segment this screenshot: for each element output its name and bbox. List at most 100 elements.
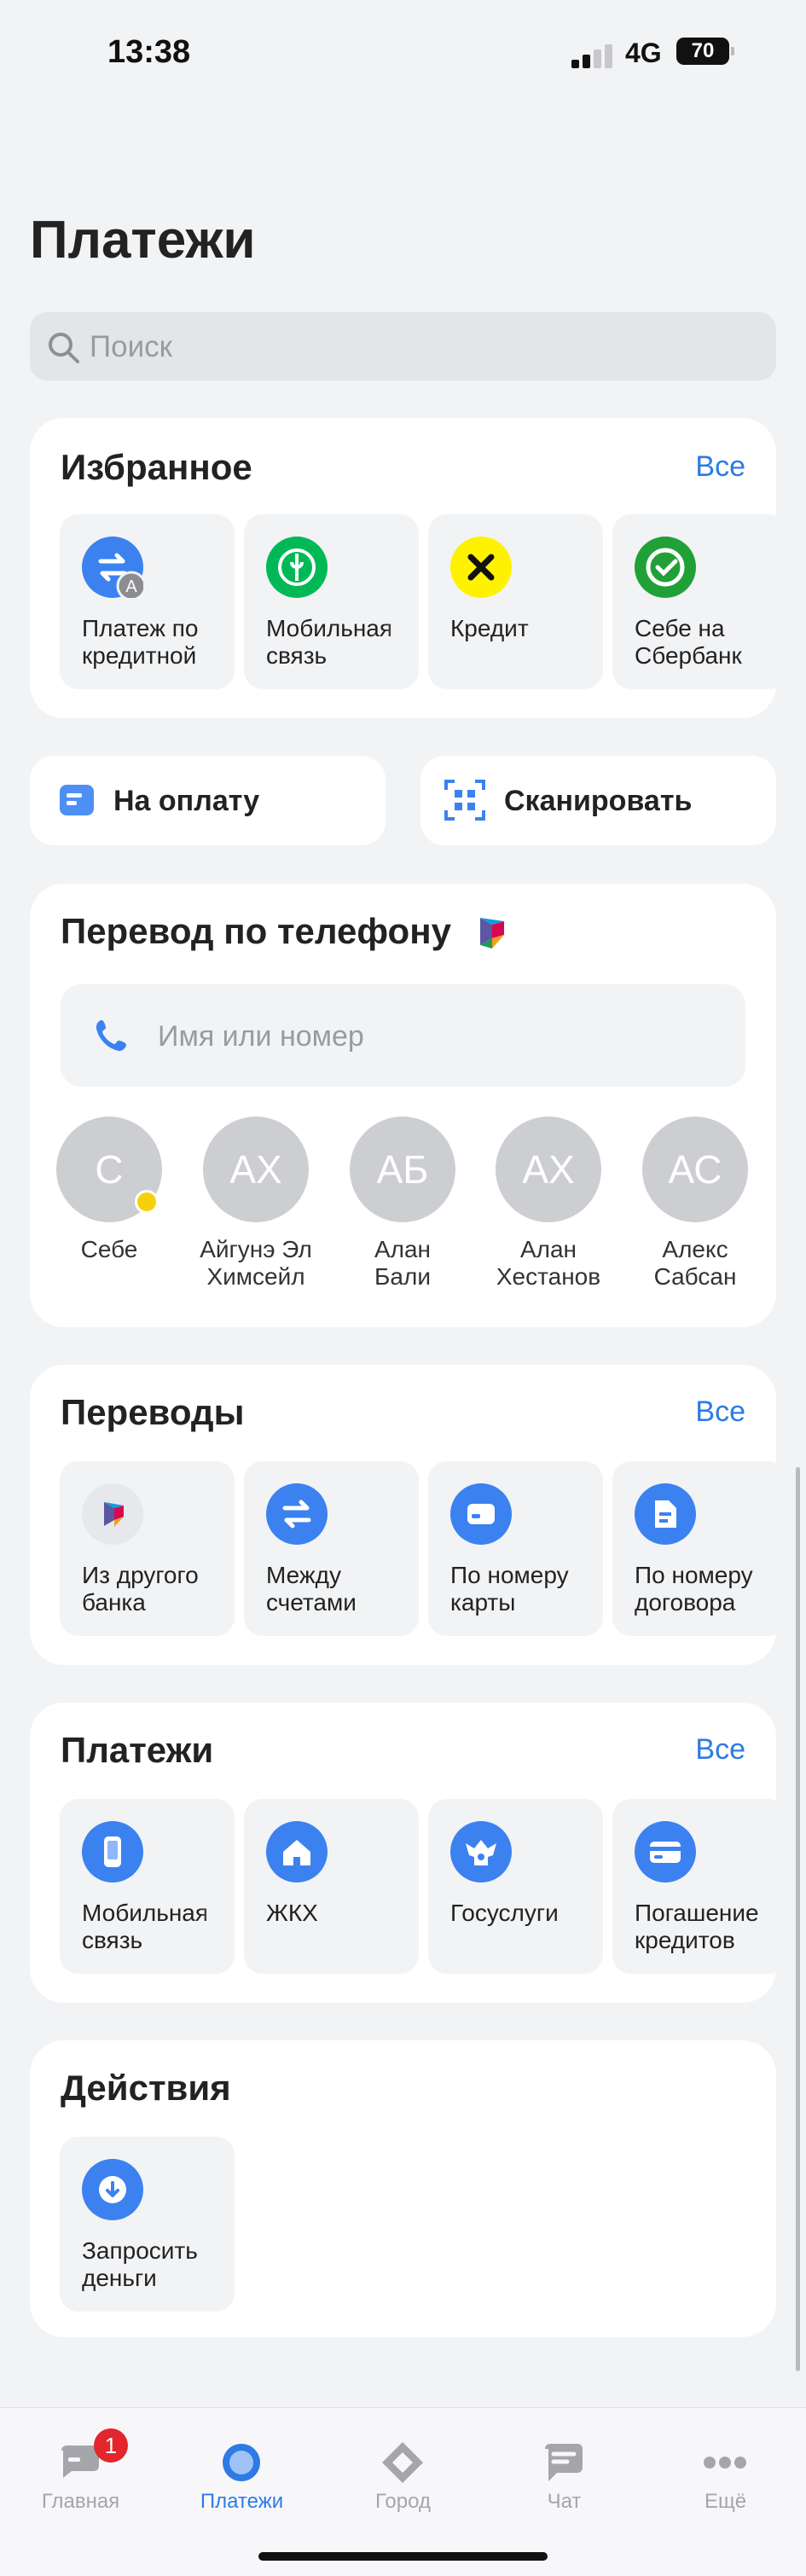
- favorite-tile-card-payment[interactable]: A Платеж по кредитной: [60, 514, 235, 689]
- avatar: С: [56, 1117, 162, 1222]
- phone-icon: [96, 1020, 126, 1052]
- tab-payments[interactable]: Платежи: [161, 2425, 322, 2519]
- qr-scan-icon: [444, 780, 485, 821]
- credit-card-icon: [635, 1821, 696, 1883]
- action-label: Запросить деньги: [82, 2237, 198, 2291]
- payments-title: Платежи: [61, 1730, 214, 1770]
- transfers-row: Из другого банка Между счетами По номеру…: [60, 1461, 776, 1636]
- payment-label: ЖКХ: [266, 1900, 318, 1926]
- signal-icon: [571, 44, 614, 68]
- document-icon: [635, 1483, 696, 1545]
- arrow-down-circle-icon: [82, 2159, 143, 2220]
- transfer-label: Из другого банка: [82, 1562, 199, 1616]
- phone-transfer-title: Перевод по телефону: [61, 911, 451, 951]
- contact-item[interactable]: АС Алекс Сабсан: [627, 1117, 763, 1296]
- contact-name: Алекс Сабсан: [653, 1236, 737, 1290]
- transfer-label: По номеру договора: [635, 1562, 753, 1616]
- contact-item[interactable]: АХ Айгунэ Эл Химсейл: [188, 1117, 324, 1296]
- exchange-icon: [266, 1483, 328, 1545]
- tab-label: Платежи: [200, 2490, 284, 2513]
- favorite-label: Кредит: [450, 615, 529, 641]
- status-bar: 13:38 4G 70: [0, 0, 806, 94]
- megafon-logo-icon: [266, 537, 328, 598]
- raiffeisen-logo-icon: [450, 537, 512, 598]
- avatar-initials: С: [95, 1147, 124, 1192]
- tab-more[interactable]: Ещё: [645, 2425, 806, 2519]
- pay-invoices-button[interactable]: На оплату: [30, 756, 386, 845]
- payment-tile-gosuslugi[interactable]: Госуслуги: [428, 1799, 603, 1974]
- transfers-title: Переводы: [61, 1392, 245, 1432]
- pay-invoices-label: На оплату: [113, 785, 260, 817]
- contact-item[interactable]: АХ Алан Хестанов: [480, 1117, 617, 1296]
- favorite-tile-sber[interactable]: Себе на Сбербанк: [612, 514, 776, 689]
- transfers-all-link[interactable]: Все: [695, 1395, 745, 1429]
- transfer-label: По номеру карты: [450, 1562, 569, 1616]
- transfers-card: Переводы Все Из другого банка Между счет…: [30, 1365, 776, 1665]
- phone-search-input[interactable]: [156, 984, 722, 1088]
- transfer-tile-between-accounts[interactable]: Между счетами: [244, 1461, 419, 1636]
- action-tile-request-money[interactable]: Запросить деньги: [60, 2137, 235, 2312]
- city-diamond-icon: [382, 2442, 423, 2483]
- avatar-initials: АХ: [522, 1147, 575, 1192]
- contact-name: Себе: [80, 1236, 138, 1262]
- sber-logo-icon: [635, 537, 696, 598]
- contact-name: Алан Бали: [374, 1236, 432, 1290]
- status-time: 13:38: [107, 34, 191, 70]
- svg-text:A: A: [125, 577, 137, 596]
- sbp-logo-icon: [480, 918, 504, 949]
- tab-city[interactable]: Город: [322, 2425, 484, 2519]
- coat-of-arms-icon: [450, 1821, 512, 1883]
- search-icon: [49, 333, 79, 363]
- network-type: 4G: [625, 38, 662, 68]
- battery-level: 70: [691, 39, 715, 62]
- phone-search-field[interactable]: [61, 984, 745, 1088]
- tab-home[interactable]: 1 Главная: [0, 2425, 161, 2519]
- payments-circle-icon: [223, 2444, 260, 2481]
- payment-tile-loans[interactable]: Погашение кредитов: [612, 1799, 776, 1974]
- contact-name: Айгунэ Эл Химсейл: [200, 1236, 312, 1290]
- invoice-icon: [60, 785, 94, 815]
- contact-self[interactable]: С Себе: [41, 1117, 177, 1296]
- avatar: АХ: [203, 1117, 309, 1222]
- search-input[interactable]: [88, 312, 757, 382]
- notification-badge: 1: [94, 2428, 128, 2463]
- payments-card: Платежи Все Мобильная связь ЖКХ Госуслуг…: [30, 1703, 776, 2003]
- scroll-indicator[interactable]: [796, 1467, 800, 2371]
- house-icon: [266, 1821, 328, 1883]
- transfer-tile-other-bank[interactable]: Из другого банка: [60, 1461, 235, 1636]
- home-indicator: [258, 2552, 548, 2561]
- avatar-initials: АХ: [229, 1147, 282, 1192]
- transfer-tile-contract-number[interactable]: По номеру договора: [612, 1461, 776, 1636]
- self-indicator-dot: [135, 1190, 159, 1214]
- payment-tile-utilities[interactable]: ЖКХ: [244, 1799, 419, 1974]
- chat-icon: [545, 2444, 583, 2481]
- actions-title: Действия: [61, 2068, 231, 2108]
- favorites-title: Избранное: [61, 447, 252, 487]
- favorite-tile-credit[interactable]: Кредит: [428, 514, 603, 689]
- contact-name: Алан Хестанов: [496, 1236, 601, 1290]
- tab-chat[interactable]: Чат: [484, 2425, 645, 2519]
- actions-card: Действия Запросить деньги: [30, 2040, 776, 2337]
- tab-label: Чат: [547, 2490, 582, 2513]
- favorite-label: Себе на Сбербанк: [635, 615, 742, 669]
- avatar: АБ: [350, 1117, 455, 1222]
- phone-device-icon: [82, 1821, 143, 1883]
- actions-row: Запросить деньги: [60, 2137, 776, 2312]
- payments-all-link[interactable]: Все: [695, 1733, 745, 1767]
- transfer-tile-card-number[interactable]: По номеру карты: [428, 1461, 603, 1636]
- tab-label: Город: [375, 2490, 431, 2513]
- payment-label: Госуслуги: [450, 1900, 559, 1926]
- page-title: Платежи: [30, 211, 256, 270]
- tab-label: Главная: [41, 2490, 120, 2513]
- payment-tile-mobile[interactable]: Мобильная связь: [60, 1799, 235, 1974]
- scan-button[interactable]: Сканировать: [420, 756, 776, 845]
- search-bar[interactable]: [30, 312, 776, 382]
- scan-label: Сканировать: [504, 785, 693, 817]
- payments-row: Мобильная связь ЖКХ Госуслуги Погашение …: [60, 1799, 776, 1974]
- favorite-tile-mobile[interactable]: Мобильная связь: [244, 514, 419, 689]
- payment-label: Погашение кредитов: [635, 1900, 759, 1953]
- favorites-all-link[interactable]: Все: [695, 450, 745, 484]
- contact-item[interactable]: АБ Алан Бали: [334, 1117, 471, 1296]
- transfer-label: Между счетами: [266, 1562, 357, 1616]
- card-icon: [450, 1483, 512, 1545]
